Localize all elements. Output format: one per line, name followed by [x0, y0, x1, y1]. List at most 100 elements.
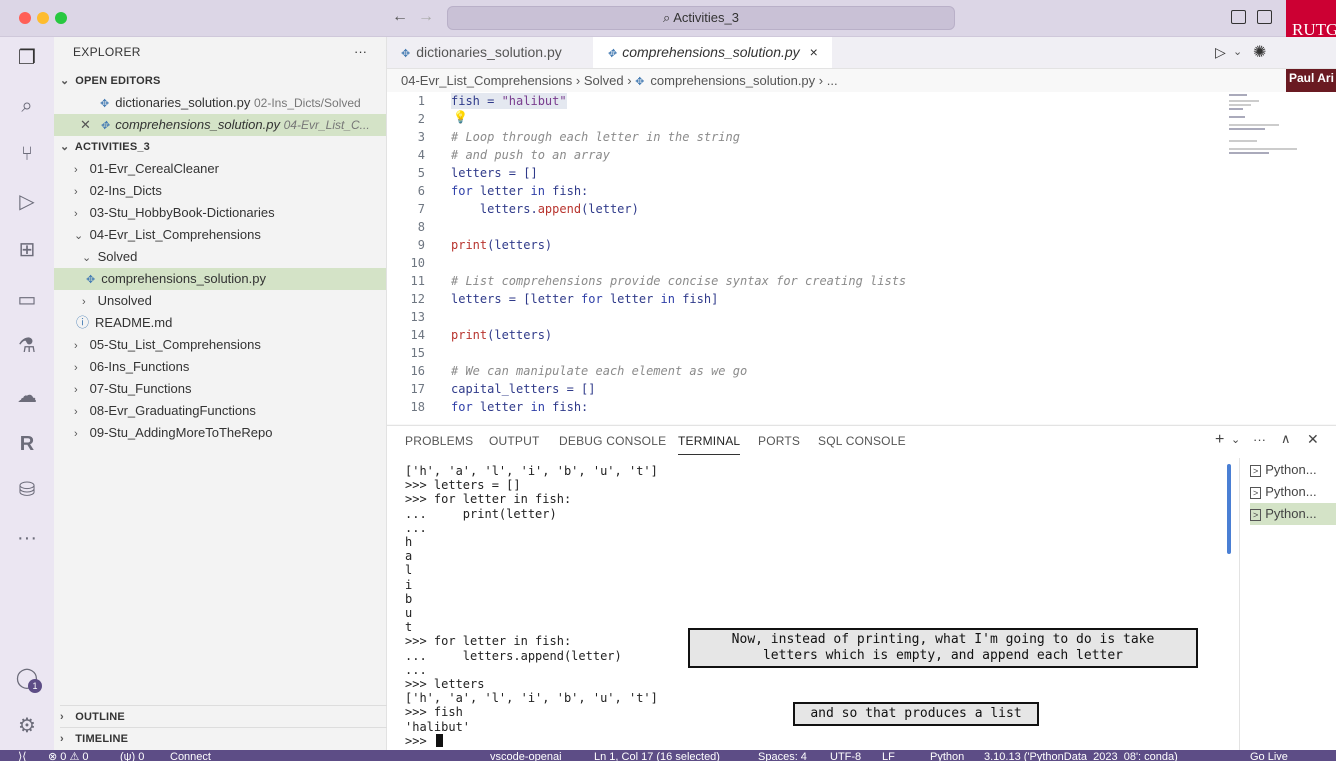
close-window-button[interactable]	[19, 12, 31, 24]
interpreter-status[interactable]: 3.10.13 ('PythonData_2023_08': conda)	[984, 750, 1178, 761]
tab-terminal[interactable]: TERMINAL	[678, 434, 741, 455]
tab-debug-console[interactable]: DEBUG CONSOLE	[559, 434, 666, 448]
tab-output[interactable]: OUTPUT	[489, 434, 540, 448]
tree-folder-open[interactable]: ⌄ 04-Evr_List_Comprehensions	[74, 224, 406, 246]
search-icon[interactable]: ⌕	[14, 93, 40, 119]
toggle-sidebar-icon[interactable]	[1231, 10, 1246, 24]
cursor-position[interactable]: Ln 1, Col 17 (16 selected)	[594, 750, 720, 761]
breadcrumb-folder[interactable]: Solved	[584, 73, 624, 88]
explorer-more-button[interactable]: ···	[354, 41, 384, 63]
python-file-icon: ✥	[635, 76, 645, 88]
close-icon[interactable]: ✕	[80, 114, 91, 136]
encoding-status[interactable]: UTF-8	[830, 750, 861, 761]
code-line: # and push to an array	[451, 148, 610, 162]
terminal-instance-active[interactable]: > Python...	[1250, 503, 1336, 525]
eol-status[interactable]: LF	[882, 750, 895, 761]
terminal-line: a	[405, 549, 413, 564]
more-actions-icon[interactable]: ···	[1253, 432, 1266, 447]
back-arrow-icon[interactable]: ←	[392, 8, 408, 26]
tree-folder[interactable]: › 08-Evr_GraduatingFunctions	[74, 400, 406, 422]
terminal-instance[interactable]: > Python...	[1250, 481, 1336, 503]
run-debug-icon[interactable]: ▷	[14, 189, 40, 215]
terminal-scrollbar[interactable]	[1227, 464, 1231, 554]
line-number: 8	[417, 220, 425, 234]
explorer-icon[interactable]: ❐	[14, 45, 40, 71]
forward-arrow-icon[interactable]: →	[418, 8, 434, 26]
run-file-icon[interactable]: ▷	[1215, 44, 1226, 61]
timeline-header[interactable]: › TIMELINE	[60, 727, 392, 750]
chevron-down-icon[interactable]: ⌄	[1233, 45, 1242, 58]
code-line: letters = []	[451, 166, 538, 180]
source-control-icon[interactable]: ⑂	[14, 141, 40, 167]
breadcrumb-symbol[interactable]: ...	[827, 73, 838, 88]
breadcrumb-file[interactable]: comprehensions_solution.py	[650, 73, 815, 88]
maximize-window-button[interactable]	[55, 12, 67, 24]
terminal-instance[interactable]: > Python...	[1250, 459, 1336, 481]
line-number: 12	[410, 292, 425, 306]
ports-status[interactable]: (ψ) 0	[120, 750, 144, 761]
minimize-window-button[interactable]	[37, 12, 49, 24]
toggle-panel-icon[interactable]	[1257, 10, 1272, 24]
open-editor-item-active[interactable]: ✕ ✥ comprehensions_solution.py 04-Evr_Lis…	[54, 114, 386, 136]
tree-file[interactable]: ⓘ README.md	[76, 312, 408, 334]
line-number: 2	[417, 112, 425, 126]
tree-folder[interactable]: › 01-Evr_CerealCleaner	[74, 158, 406, 180]
tree-folder[interactable]: › Unsolved	[82, 290, 414, 312]
extensions-icon[interactable]: ⊞	[14, 237, 40, 263]
line-number: 18	[410, 400, 425, 414]
close-tab-icon[interactable]: ×	[810, 44, 818, 60]
tree-file-selected[interactable]: ✥ comprehensions_solution.py	[54, 268, 386, 290]
connect-status[interactable]: Connect	[170, 750, 211, 761]
terminal-icon: >	[1250, 487, 1262, 499]
openai-icon[interactable]: ✺	[1253, 42, 1266, 62]
tree-folder[interactable]: › 09-Stu_AddingMoreToTheRepo	[74, 422, 406, 444]
database-icon[interactable]: ⛁	[14, 477, 40, 503]
minimap[interactable]	[1227, 92, 1297, 162]
chevron-right-icon: ›	[74, 186, 78, 198]
maximize-panel-icon[interactable]: ∧	[1281, 431, 1291, 447]
tab-ports[interactable]: PORTS	[758, 434, 800, 448]
openai-status[interactable]: vscode-openai	[490, 750, 562, 761]
chevron-down-icon: ⌄	[74, 230, 84, 242]
lightbulb-icon[interactable]: 💡	[453, 110, 468, 124]
video-caption: Now, instead of printing, what I'm going…	[688, 628, 1198, 668]
chevron-down-icon[interactable]: ⌄	[1231, 433, 1240, 446]
code-line: letters = [letter for letter in fish]	[451, 292, 719, 306]
close-panel-icon[interactable]: ✕	[1307, 431, 1319, 448]
language-status[interactable]: Python	[930, 750, 964, 761]
problems-status[interactable]: ⊗ 0 ⚠ 0	[48, 750, 88, 761]
go-live-button[interactable]: Go Live	[1250, 750, 1288, 761]
terminal-line: >>> letters	[405, 677, 485, 692]
outline-header[interactable]: › OUTLINE	[60, 705, 392, 728]
folder-header[interactable]: ⌄ ACTIVITIES_3	[60, 136, 392, 158]
new-terminal-icon[interactable]: +	[1215, 431, 1224, 449]
account-icon[interactable]: ◯ 1	[14, 665, 42, 693]
tree-folder[interactable]: › 07-Stu_Functions	[74, 378, 406, 400]
indentation-status[interactable]: Spaces: 4	[758, 750, 807, 761]
remote-explorer-icon[interactable]: ▭	[14, 287, 40, 313]
docker-icon[interactable]: ☁	[14, 383, 40, 409]
open-editors-header[interactable]: ⌄ OPEN EDITORS	[60, 70, 392, 92]
tree-folder[interactable]: › 05-Stu_List_Comprehensions	[74, 334, 406, 356]
tab-sql-console[interactable]: SQL CONSOLE	[818, 434, 906, 448]
open-editor-item[interactable]: ✥ dictionaries_solution.py 02-Ins_Dicts/S…	[100, 92, 432, 114]
terminal-list: > Python... > Python... > Python...	[1239, 458, 1336, 751]
terminal-line: h	[405, 535, 413, 550]
code-editor[interactable]: 💡 1 fish = "halibut" 2 3 # Loop through each…	[387, 92, 1336, 424]
tree-folder[interactable]: › 03-Stu_HobbyBook-Dictionaries	[74, 202, 406, 224]
r-language-icon[interactable]: R	[14, 431, 40, 457]
tab-problems[interactable]: PROBLEMS	[405, 434, 473, 448]
breadcrumb-folder[interactable]: 04-Evr_List_Comprehensions	[401, 73, 572, 88]
tab-comprehensions-solution[interactable]: ✥ comprehensions_solution.py ×	[593, 37, 832, 68]
more-views-icon[interactable]: ···	[14, 525, 40, 551]
tab-dictionaries-solution[interactable]: ✥ dictionaries_solution.py	[387, 37, 576, 68]
tree-folder-open[interactable]: ⌄ Solved	[82, 246, 414, 268]
settings-gear-icon[interactable]: ⚙	[14, 713, 40, 739]
testing-icon[interactable]: ⚗	[14, 333, 40, 359]
command-center[interactable]: ⌕ Activities_3	[447, 6, 955, 30]
line-number: 16	[410, 364, 425, 378]
python-file-icon: ✥	[100, 120, 110, 132]
remote-indicator-icon[interactable]: ⟩⟨	[18, 750, 27, 761]
tree-folder[interactable]: › 06-Ins_Functions	[74, 356, 406, 378]
tree-folder[interactable]: › 02-Ins_Dicts	[74, 180, 406, 202]
